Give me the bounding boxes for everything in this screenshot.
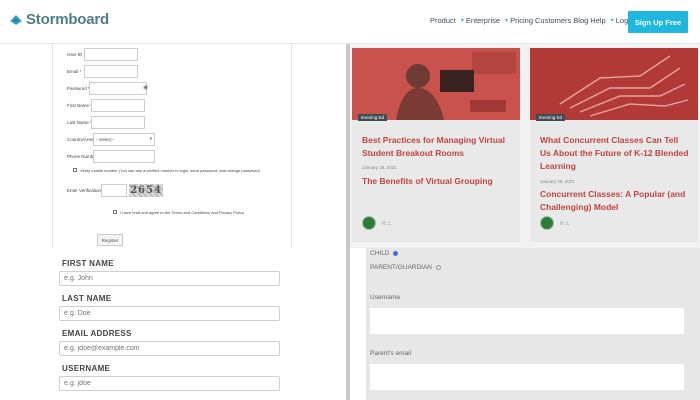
field-label-email: Email * [67, 69, 82, 74]
email-address-label: EMAIL ADDRESS [62, 329, 132, 338]
field-label-password: Password * [67, 86, 90, 91]
nav-blog[interactable]: Blog [573, 16, 588, 25]
last-name-field[interactable] [59, 306, 280, 321]
verify-mobile-checkbox[interactable] [73, 168, 77, 172]
page: Stormboard Product ▾ Enterprise ▾ Pricin… [0, 0, 700, 400]
last-name-input[interactable] [91, 116, 145, 129]
registration-panel: User ID * Email * Password * ◉ First Nam… [0, 44, 346, 248]
username-field[interactable] [59, 376, 280, 391]
nav-enterprise[interactable]: Enterprise [466, 16, 500, 25]
registration-form: User ID * Email * Password * ◉ First Nam… [52, 44, 292, 248]
card-date: January 28, 2021 [362, 165, 397, 170]
register-button[interactable]: Register [97, 234, 123, 246]
radio-parent[interactable] [435, 264, 441, 270]
verify-mobile-note: Verify mobile number (You can use a veri… [80, 168, 260, 173]
email-address-field[interactable] [59, 341, 280, 356]
card-image [352, 48, 520, 120]
signup-button[interactable]: Sign Up Free [628, 11, 688, 33]
card-title[interactable]: Best Practices for Managing Virtual Stud… [362, 134, 512, 160]
first-name-label: FIRST NAME [62, 259, 114, 268]
main-nav: Product ▾ Enterprise ▾ Pricing Customers… [430, 16, 646, 25]
top-navbar: Stormboard Product ▾ Enterprise ▾ Pricin… [0, 0, 700, 44]
card-link[interactable]: Concurrent Classes: A Popular (and Chall… [540, 188, 690, 214]
card-title[interactable]: What Concurrent Classes Can Tell Us Abou… [540, 134, 690, 173]
terms-checkbox[interactable] [113, 210, 117, 214]
card-image [530, 48, 698, 120]
email-input[interactable] [84, 65, 138, 78]
logo[interactable]: Stormboard [8, 11, 109, 28]
nav-help[interactable]: Help [590, 16, 605, 25]
radio-child-label: CHILD [370, 250, 390, 257]
username-input[interactable] [370, 308, 684, 334]
password-input[interactable] [89, 82, 147, 95]
radio-child[interactable] [393, 250, 399, 256]
radio-parent-label: PARENT/GUARDIAN [370, 264, 432, 271]
user-details-form: FIRST NAME LAST NAME EMAIL ADDRESS USERN… [0, 248, 346, 400]
last-name-label: LAST NAME [62, 294, 112, 303]
nav-pricing[interactable]: Pricing [510, 16, 533, 25]
captcha-image: 2654 [129, 184, 163, 197]
logo-text: Stormboard [26, 11, 110, 28]
card-tag[interactable]: Evening Ed [536, 114, 566, 121]
parent-email-input[interactable] [370, 364, 684, 390]
blog-card[interactable]: Evening Ed What Concurrent Classes Can T… [530, 48, 698, 242]
field-label-last-name: Last Name * [67, 120, 92, 125]
blog-card[interactable]: Evening Ed Best Practices for Managing V… [352, 48, 520, 242]
nav-customers[interactable]: Customers [535, 16, 571, 25]
nav-product[interactable]: Product [430, 16, 456, 25]
chevron-down-icon: ▾ [149, 136, 152, 141]
student-laptop-illustration [352, 48, 520, 120]
terms-text: I have read and agree to the Terms and C… [120, 210, 244, 215]
chevron-down-icon: ▾ [505, 18, 509, 24]
arrows-illustration [530, 48, 698, 120]
phone-input[interactable] [93, 150, 155, 163]
chevron-down-icon: ▾ [610, 18, 614, 24]
stormboard-logo-icon [10, 14, 22, 25]
captcha-input[interactable] [101, 184, 127, 197]
field-label-user-id: User ID * [67, 52, 86, 57]
country-select-value: --Select-- [96, 137, 115, 142]
blog-cards: Evening Ed Best Practices for Managing V… [350, 44, 700, 248]
user-id-input[interactable] [84, 48, 138, 61]
country-select[interactable]: --Select-- ▾ [93, 133, 155, 146]
username-label: Username [370, 294, 400, 301]
card-tag[interactable]: Evening Ed [358, 114, 388, 121]
parent-email-label: Parent's email [370, 350, 411, 357]
username-label: USERNAME [62, 364, 111, 373]
card-author: H. L. [382, 221, 393, 227]
chevron-down-icon: ▾ [460, 18, 464, 24]
role-form: CHILD PARENT/GUARDIAN Username Parent's … [366, 248, 700, 400]
eye-icon[interactable]: ◉ [143, 84, 148, 91]
author-avatar [362, 216, 376, 230]
card-date: January 28, 2021 [540, 179, 575, 184]
card-link[interactable]: The Benefits of Virtual Grouping [362, 175, 512, 188]
author-avatar [540, 216, 554, 230]
field-label-first-name: First Name * [67, 103, 93, 108]
card-author: H. L. [560, 221, 571, 227]
first-name-field[interactable] [59, 271, 280, 286]
first-name-input[interactable] [91, 99, 145, 112]
role-form-area: CHILD PARENT/GUARDIAN Username Parent's … [350, 248, 700, 400]
